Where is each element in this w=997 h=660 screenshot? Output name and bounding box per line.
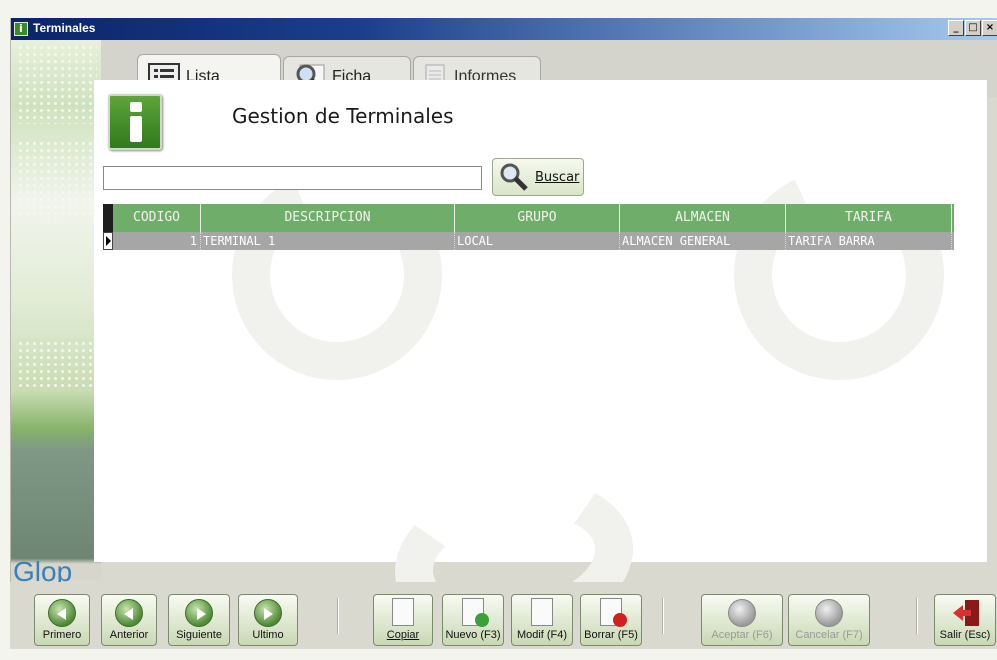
first-button-label: Primero — [42, 629, 82, 641]
cell-descripcion[interactable]: TERMINAL 1 — [201, 232, 455, 250]
row-selector-header — [103, 204, 113, 232]
new-button-label: Nuevo (F3) — [445, 629, 501, 641]
search-button[interactable]: Buscar — [492, 158, 584, 196]
table-row[interactable]: 1 TERMINAL 1 LOCAL ALMACEN GENERAL TARIF… — [103, 232, 954, 250]
copy-button-label: Copiar — [386, 629, 420, 641]
next-icon — [185, 599, 213, 627]
search-input[interactable] — [103, 166, 482, 190]
plus-icon — [475, 613, 489, 627]
dot-pattern — [17, 140, 97, 220]
first-icon — [48, 599, 76, 627]
accept-button[interactable]: Aceptar (F6) — [701, 594, 783, 646]
watermark-cup — [704, 140, 974, 410]
exit-button[interactable]: Salir (Esc) — [934, 594, 996, 646]
bottom-toolbar: Primero Anterior Siguiente Ultimo Copiar… — [10, 582, 997, 649]
cancel-button[interactable]: Cancelar (F7) — [788, 594, 870, 646]
edit-document-icon — [531, 598, 553, 626]
exit-button-label: Salir (Esc) — [939, 629, 991, 641]
delete-button[interactable]: Borrar (F5) — [580, 594, 642, 646]
info-stem — [130, 116, 142, 142]
last-icon — [254, 599, 282, 627]
dot-pattern — [17, 44, 97, 124]
modify-button[interactable]: Modif (F4) — [511, 594, 573, 646]
previous-button-label: Anterior — [109, 629, 149, 641]
close-button[interactable]: × — [982, 20, 997, 36]
cancel-icon — [815, 599, 843, 627]
cancel-button-label: Cancelar (F7) — [795, 629, 863, 641]
minimize-button[interactable]: _ — [948, 20, 964, 36]
title-bar[interactable]: Terminales _ □ × — [11, 18, 997, 40]
app-icon — [14, 22, 28, 36]
last-button-label: Ultimo — [252, 629, 284, 641]
first-button[interactable]: Primero — [34, 594, 90, 646]
new-button[interactable]: Nuevo (F3) — [442, 594, 504, 646]
minus-icon — [613, 613, 627, 627]
delete-button-label: Borrar (F5) — [584, 629, 638, 641]
cell-codigo[interactable]: 1 — [113, 232, 201, 250]
previous-button[interactable]: Anterior — [101, 594, 157, 646]
info-dot — [130, 102, 142, 112]
window-controls: _ □ × — [948, 20, 997, 36]
accept-button-label: Aceptar (F6) — [711, 629, 773, 641]
cell-tarifa[interactable]: TARIFA BARRA — [786, 232, 952, 250]
search-icon — [500, 163, 528, 191]
toolbar-separator — [662, 598, 664, 634]
info-icon — [108, 94, 162, 150]
page-title: Gestion de Terminales — [232, 104, 454, 128]
column-header-grupo[interactable]: GRUPO — [455, 204, 620, 232]
search-button-label: Buscar — [535, 169, 580, 185]
content-area: Gestion de Terminales Buscar CODIGO DESC… — [94, 80, 987, 660]
cell-grupo[interactable]: LOCAL — [455, 232, 620, 250]
toolbar-separator — [916, 598, 918, 634]
modify-button-label: Modif (F4) — [516, 629, 568, 641]
copy-icon — [392, 598, 414, 626]
copy-button[interactable]: Copiar — [373, 594, 433, 646]
column-header-descripcion[interactable]: DESCRIPCION — [201, 204, 455, 232]
next-button[interactable]: Siguiente — [168, 594, 230, 646]
window-title: Terminales — [33, 21, 96, 35]
cell-almacen[interactable]: ALMACEN GENERAL — [620, 232, 786, 250]
row-pointer-icon[interactable] — [103, 232, 113, 250]
column-header-codigo[interactable]: CODIGO — [113, 204, 201, 232]
exit-door-icon — [953, 600, 979, 626]
maximize-button[interactable]: □ — [965, 20, 981, 36]
last-button[interactable]: Ultimo — [238, 594, 298, 646]
previous-icon — [115, 599, 143, 627]
data-grid[interactable]: CODIGO DESCRIPCION GRUPO ALMACEN TARIFA … — [103, 204, 954, 250]
column-header-almacen[interactable]: ALMACEN — [620, 204, 786, 232]
grid-header: CODIGO DESCRIPCION GRUPO ALMACEN TARIFA — [103, 204, 954, 232]
column-header-tarifa[interactable]: TARIFA — [786, 204, 952, 232]
next-button-label: Siguiente — [176, 629, 222, 641]
side-decoration-panel — [11, 40, 101, 580]
toolbar-separator — [337, 598, 339, 634]
dot-pattern — [17, 340, 97, 390]
check-icon — [728, 599, 756, 627]
